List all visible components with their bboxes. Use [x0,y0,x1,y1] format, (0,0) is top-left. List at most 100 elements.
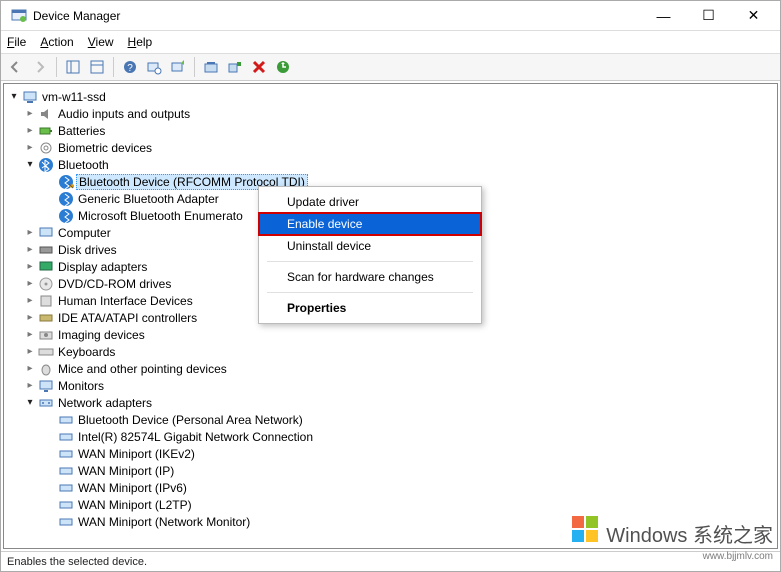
ctx-properties[interactable]: Properties [259,297,481,319]
hid-icon [38,293,54,309]
scan-hardware-button[interactable] [143,56,165,78]
disable-device-button[interactable] [248,56,270,78]
back-button[interactable] [5,56,27,78]
tree-node-network[interactable]: Network adapters [4,394,777,411]
menubar: File Action View Help [1,31,780,53]
menu-help[interactable]: Help [128,35,153,49]
expand-icon[interactable] [24,278,36,289]
toolbar-sep [56,57,57,77]
monitor-icon [38,378,54,394]
node-label: Bluetooth [56,158,111,172]
network-adapter-icon [58,429,74,445]
expand-icon[interactable] [24,261,36,272]
tree-node-net-wan-ip[interactable]: WAN Miniport (IP) [4,462,777,479]
bluetooth-icon [58,191,74,207]
expand-icon[interactable] [24,159,36,170]
tree-root[interactable]: vm-w11-ssd [4,88,777,105]
expand-icon[interactable] [8,91,20,102]
node-label: Microsoft Bluetooth Enumerato [76,209,245,223]
minimize-button[interactable]: — [641,2,686,30]
tree-node-biometric[interactable]: Biometric devices [4,139,777,156]
enable-device-button[interactable] [224,56,246,78]
update-driver-button[interactable] [167,56,189,78]
tree-node-keyboards[interactable]: Keyboards [4,343,777,360]
expand-icon[interactable] [24,312,36,323]
expand-icon[interactable] [24,380,36,391]
close-button[interactable]: ✕ [731,2,776,30]
show-hide-tree-button[interactable] [62,56,84,78]
tree-node-bluetooth[interactable]: Bluetooth [4,156,777,173]
tree-node-net-wan-l2tp[interactable]: WAN Miniport (L2TP) [4,496,777,513]
tree-node-imaging[interactable]: Imaging devices [4,326,777,343]
context-menu: Update driver Enable device Uninstall de… [258,186,482,324]
tree-node-net-intel[interactable]: Intel(R) 82574L Gigabit Network Connecti… [4,428,777,445]
expand-icon[interactable] [24,363,36,374]
expand-icon[interactable] [24,346,36,357]
toolbar-sep [194,57,195,77]
expand-icon[interactable] [24,295,36,306]
tree-node-mice[interactable]: Mice and other pointing devices [4,360,777,377]
window-buttons: — ☐ ✕ [641,2,776,30]
window-title: Device Manager [33,9,641,23]
maximize-button[interactable]: ☐ [686,2,731,30]
computer-icon [22,89,38,105]
node-label: Generic Bluetooth Adapter [76,192,221,206]
expand-icon[interactable] [24,329,36,340]
expand-icon[interactable] [24,397,36,408]
bluetooth-icon [38,157,54,173]
node-label: Disk drives [56,243,119,257]
tree-node-audio[interactable]: Audio inputs and outputs [4,105,777,122]
node-label: Human Interface Devices [56,294,195,308]
network-icon [38,395,54,411]
tree-node-net-wan-ikev2[interactable]: WAN Miniport (IKEv2) [4,445,777,462]
ctx-update-driver[interactable]: Update driver [259,191,481,213]
expand-icon[interactable] [24,142,36,153]
uninstall-device-button[interactable] [200,56,222,78]
ctx-scan-hardware[interactable]: Scan for hardware changes [259,266,481,288]
tree-node-monitors[interactable]: Monitors [4,377,777,394]
watermark-text: Windows 系统之家 [606,519,773,548]
expand-icon[interactable] [24,108,36,119]
properties-button[interactable] [86,56,108,78]
node-label: Network adapters [56,396,154,410]
toolbar-sep [113,57,114,77]
fingerprint-icon [38,140,54,156]
forward-button[interactable] [29,56,51,78]
windows-logo-icon [572,516,600,550]
node-label: Computer [56,226,113,240]
tree-node-net-btpan[interactable]: Bluetooth Device (Personal Area Network) [4,411,777,428]
node-label: Mice and other pointing devices [56,362,229,376]
refresh-button[interactable] [272,56,294,78]
ctx-uninstall-device[interactable]: Uninstall device [259,235,481,257]
node-label: Audio inputs and outputs [56,107,192,121]
menu-action[interactable]: Action [40,35,73,49]
toolbar: ? [1,53,780,81]
network-adapter-icon [58,514,74,530]
network-adapter-icon [58,497,74,513]
node-label: IDE ATA/ATAPI controllers [56,311,199,325]
camera-icon [38,327,54,343]
help-button[interactable]: ? [119,56,141,78]
node-label: Batteries [56,124,107,138]
node-label: vm-w11-ssd [40,90,108,104]
menu-view[interactable]: View [88,35,114,49]
expand-icon[interactable] [24,227,36,238]
display-icon [38,259,54,275]
speaker-icon [38,106,54,122]
network-adapter-icon [58,446,74,462]
mouse-icon [38,361,54,377]
network-adapter-icon [58,480,74,496]
node-label: WAN Miniport (IPv6) [76,481,189,495]
tree-node-net-wan-ipv6[interactable]: WAN Miniport (IPv6) [4,479,777,496]
ctx-separator [267,261,473,262]
node-label: WAN Miniport (L2TP) [76,498,194,512]
battery-icon [38,123,54,139]
bluetooth-icon [58,208,74,224]
expand-icon[interactable] [24,125,36,136]
svg-text:?: ? [127,63,133,74]
ctx-enable-device[interactable]: Enable device [259,213,481,235]
node-label: Biometric devices [56,141,154,155]
menu-file[interactable]: File [7,35,26,49]
tree-node-batteries[interactable]: Batteries [4,122,777,139]
expand-icon[interactable] [24,244,36,255]
